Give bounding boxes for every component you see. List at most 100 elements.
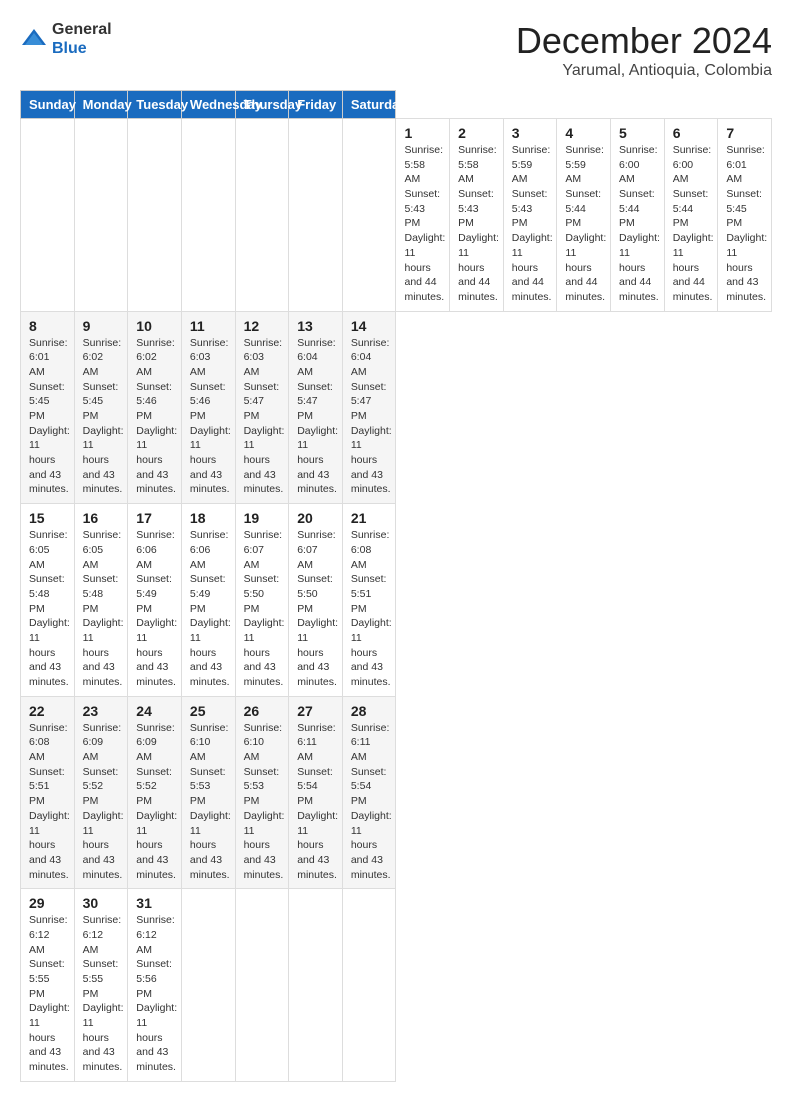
day-number: 3 — [512, 125, 549, 141]
day-info: Sunrise: 6:01 AMSunset: 5:45 PMDaylight:… — [29, 336, 66, 498]
day-info: Sunrise: 6:00 AMSunset: 5:44 PMDaylight:… — [619, 143, 656, 305]
location-title: Yarumal, Antioquia, Colombia — [516, 62, 772, 80]
calendar-cell: 3 Sunrise: 5:59 AMSunset: 5:43 PMDaylight… — [503, 119, 557, 312]
logo-icon — [20, 25, 48, 53]
calendar-cell: 22 Sunrise: 6:08 AMSunset: 5:51 PMDayligh… — [21, 696, 75, 889]
day-info: Sunrise: 6:03 AMSunset: 5:46 PMDaylight:… — [190, 336, 227, 498]
calendar-cell: 27Sunrise: 6:11 AMSunset: 5:54 PMDayligh… — [289, 696, 343, 889]
calendar-table: SundayMondayTuesdayWednesdayThursdayFrid… — [20, 90, 772, 1082]
calendar-cell: 23Sunrise: 6:09 AMSunset: 5:52 PMDayligh… — [74, 696, 128, 889]
day-number: 2 — [458, 125, 495, 141]
day-info: Sunrise: 6:04 AMSunset: 5:47 PMDaylight:… — [297, 336, 334, 498]
title-area: December 2024 Yarumal, Antioquia, Colomb… — [516, 20, 772, 80]
calendar-cell: 25Sunrise: 6:10 AMSunset: 5:53 PMDayligh… — [181, 696, 235, 889]
day-info: Sunrise: 5:58 AMSunset: 5:43 PMDaylight:… — [404, 143, 441, 305]
day-info: Sunrise: 6:08 AMSunset: 5:51 PMDaylight:… — [29, 721, 66, 883]
day-info: Sunrise: 6:12 AMSunset: 5:55 PMDaylight:… — [83, 913, 120, 1075]
day-number: 9 — [83, 318, 120, 334]
calendar-cell — [181, 119, 235, 312]
day-info: Sunrise: 6:09 AMSunset: 5:52 PMDaylight:… — [136, 721, 173, 883]
day-number: 16 — [83, 510, 120, 526]
day-number: 19 — [244, 510, 281, 526]
calendar-cell: 24 Sunrise: 6:09 AMSunset: 5:52 PMDayligh… — [128, 696, 182, 889]
calendar-cell: 13Sunrise: 6:04 AMSunset: 5:47 PMDayligh… — [289, 311, 343, 504]
calendar-cell: 18Sunrise: 6:06 AMSunset: 5:49 PMDayligh… — [181, 504, 235, 697]
calendar-cell — [342, 889, 396, 1082]
day-number: 11 — [190, 318, 227, 334]
day-info: Sunrise: 5:59 AMSunset: 5:43 PMDaylight:… — [512, 143, 549, 305]
day-number: 30 — [83, 895, 120, 911]
day-number: 22 — [29, 703, 66, 719]
day-info: Sunrise: 6:02 AMSunset: 5:46 PMDaylight:… — [136, 336, 173, 498]
month-title: December 2024 — [516, 20, 772, 62]
weekday-header-saturday: Saturday — [342, 91, 396, 119]
weekday-header-tuesday: Tuesday — [128, 91, 182, 119]
calendar-cell: 11 Sunrise: 6:03 AMSunset: 5:46 PMDayligh… — [181, 311, 235, 504]
day-info: Sunrise: 5:59 AMSunset: 5:44 PMDaylight:… — [565, 143, 602, 305]
day-number: 21 — [351, 510, 388, 526]
day-number: 15 — [29, 510, 66, 526]
day-number: 7 — [726, 125, 763, 141]
calendar-week-4: 22 Sunrise: 6:08 AMSunset: 5:51 PMDayligh… — [21, 696, 772, 889]
calendar-cell: 1 Sunrise: 5:58 AMSunset: 5:43 PMDaylight… — [396, 119, 450, 312]
calendar-cell — [289, 119, 343, 312]
calendar-week-3: 15 Sunrise: 6:05 AMSunset: 5:48 PMDayligh… — [21, 504, 772, 697]
logo: General Blue — [20, 20, 112, 58]
calendar-cell: 20 Sunrise: 6:07 AMSunset: 5:50 PMDayligh… — [289, 504, 343, 697]
calendar-cell: 31 Sunrise: 6:12 AMSunset: 5:56 PMDayligh… — [128, 889, 182, 1082]
calendar-cell: 2Sunrise: 5:58 AMSunset: 5:43 PMDaylight… — [450, 119, 504, 312]
day-info: Sunrise: 6:07 AMSunset: 5:50 PMDaylight:… — [297, 528, 334, 690]
calendar-cell: 29Sunrise: 6:12 AMSunset: 5:55 PMDayligh… — [21, 889, 75, 1082]
logo-general-text: General — [52, 20, 112, 39]
day-number: 20 — [297, 510, 334, 526]
day-number: 6 — [673, 125, 710, 141]
day-number: 8 — [29, 318, 66, 334]
calendar-cell: 8 Sunrise: 6:01 AMSunset: 5:45 PMDaylight… — [21, 311, 75, 504]
day-number: 26 — [244, 703, 281, 719]
weekday-header-sunday: Sunday — [21, 91, 75, 119]
day-number: 17 — [136, 510, 173, 526]
logo-blue-text: Blue — [52, 39, 112, 58]
day-info: Sunrise: 6:12 AMSunset: 5:56 PMDaylight:… — [136, 913, 173, 1075]
calendar-cell — [21, 119, 75, 312]
day-info: Sunrise: 6:01 AMSunset: 5:45 PMDaylight:… — [726, 143, 763, 305]
day-number: 14 — [351, 318, 388, 334]
calendar-cell: 6Sunrise: 6:00 AMSunset: 5:44 PMDaylight… — [664, 119, 718, 312]
day-info: Sunrise: 6:07 AMSunset: 5:50 PMDaylight:… — [244, 528, 281, 690]
calendar-cell: 30 Sunrise: 6:12 AMSunset: 5:55 PMDayligh… — [74, 889, 128, 1082]
weekday-header-friday: Friday — [289, 91, 343, 119]
day-number: 10 — [136, 318, 173, 334]
calendar-header-row: SundayMondayTuesdayWednesdayThursdayFrid… — [21, 91, 772, 119]
calendar-cell — [181, 889, 235, 1082]
calendar-week-1: 1 Sunrise: 5:58 AMSunset: 5:43 PMDaylight… — [21, 119, 772, 312]
day-info: Sunrise: 6:02 AMSunset: 5:45 PMDaylight:… — [83, 336, 120, 498]
calendar-cell: 17Sunrise: 6:06 AMSunset: 5:49 PMDayligh… — [128, 504, 182, 697]
day-info: Sunrise: 6:12 AMSunset: 5:55 PMDaylight:… — [29, 913, 66, 1075]
weekday-header-wednesday: Wednesday — [181, 91, 235, 119]
day-info: Sunrise: 6:05 AMSunset: 5:48 PMDaylight:… — [29, 528, 66, 690]
calendar-cell: 26Sunrise: 6:10 AMSunset: 5:53 PMDayligh… — [235, 696, 289, 889]
day-number: 18 — [190, 510, 227, 526]
calendar-cell: 5 Sunrise: 6:00 AMSunset: 5:44 PMDaylight… — [611, 119, 665, 312]
calendar-cell: 10 Sunrise: 6:02 AMSunset: 5:46 PMDayligh… — [128, 311, 182, 504]
day-number: 31 — [136, 895, 173, 911]
weekday-header-thursday: Thursday — [235, 91, 289, 119]
calendar-cell: 21Sunrise: 6:08 AMSunset: 5:51 PMDayligh… — [342, 504, 396, 697]
calendar-cell: 14Sunrise: 6:04 AMSunset: 5:47 PMDayligh… — [342, 311, 396, 504]
day-number: 25 — [190, 703, 227, 719]
calendar-week-2: 8 Sunrise: 6:01 AMSunset: 5:45 PMDaylight… — [21, 311, 772, 504]
day-number: 24 — [136, 703, 173, 719]
day-number: 4 — [565, 125, 602, 141]
calendar-cell: 9 Sunrise: 6:02 AMSunset: 5:45 PMDaylight… — [74, 311, 128, 504]
day-number: 5 — [619, 125, 656, 141]
calendar-cell — [235, 889, 289, 1082]
calendar-cell — [235, 119, 289, 312]
day-number: 12 — [244, 318, 281, 334]
calendar-cell: 16Sunrise: 6:05 AMSunset: 5:48 PMDayligh… — [74, 504, 128, 697]
calendar-cell: 28Sunrise: 6:11 AMSunset: 5:54 PMDayligh… — [342, 696, 396, 889]
calendar-cell — [128, 119, 182, 312]
day-number: 1 — [404, 125, 441, 141]
weekday-header-monday: Monday — [74, 91, 128, 119]
calendar-week-5: 29Sunrise: 6:12 AMSunset: 5:55 PMDayligh… — [21, 889, 772, 1082]
day-number: 27 — [297, 703, 334, 719]
